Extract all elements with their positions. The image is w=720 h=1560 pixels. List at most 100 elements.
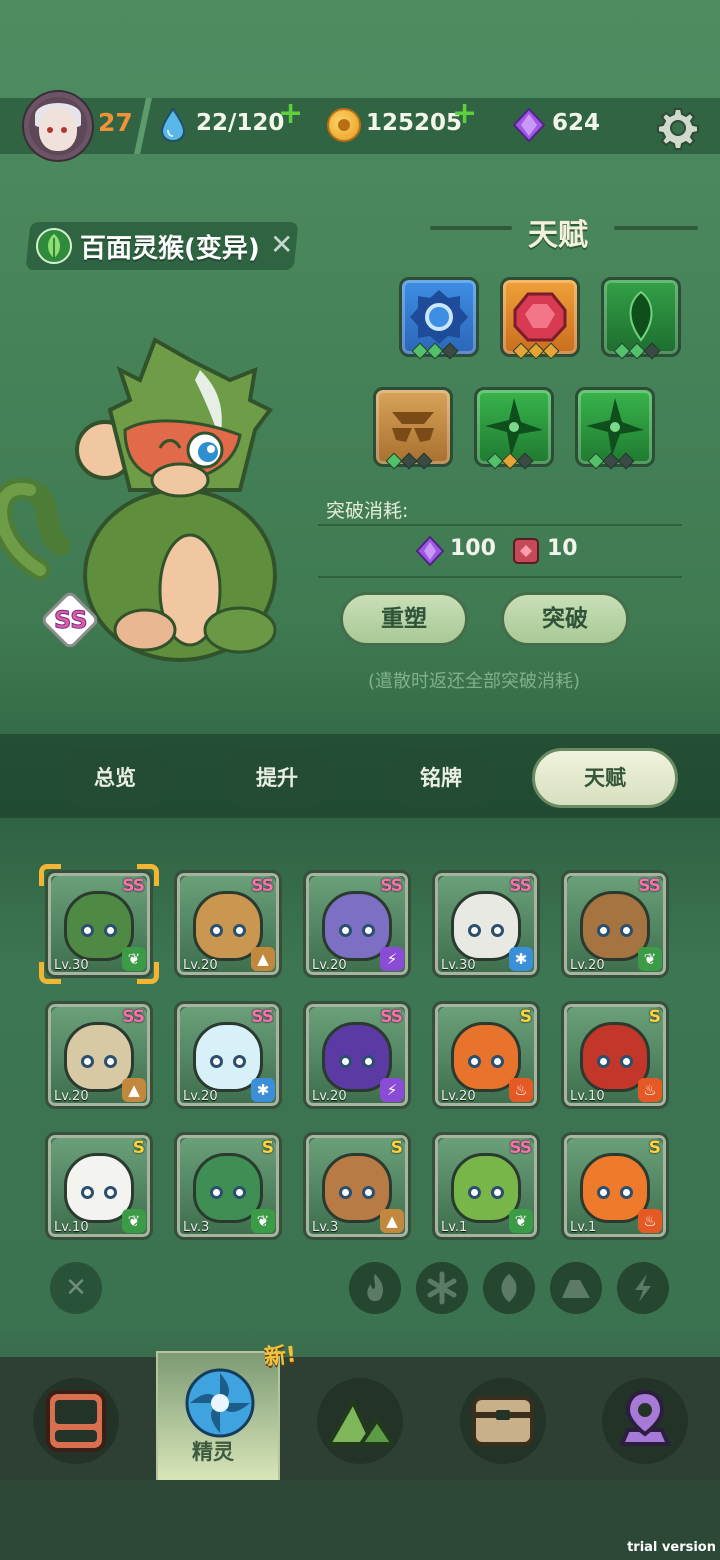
energy-drop-icon [160,108,186,142]
pet-level: Lv.10 [570,1089,605,1104]
talent-tile-1[interactable] [399,277,479,360]
pet-rank: S [648,1138,661,1158]
red-book-icon [513,538,539,564]
fire-filter-icon[interactable] [349,1262,401,1314]
selection-corner [39,864,61,886]
leaf-element-icon: ❦ [509,1209,533,1233]
pet-card[interactable]: S Lv.10 ❦ [45,1132,153,1240]
add-energy-button[interactable]: + [278,96,303,131]
talent-tile-3[interactable] [601,277,681,360]
thunder-element-icon: ⚡ [380,1078,404,1102]
breakthrough-button[interactable]: 突破 [501,592,629,646]
mutation-close-icon[interactable]: ✕ [270,228,293,261]
pet-level: Lv.20 [183,958,218,973]
add-coins-button[interactable]: + [452,96,477,131]
player-avatar[interactable] [24,92,92,160]
pet-level: Lv.3 [183,1220,210,1235]
fire-element-icon: ♨ [638,1209,662,1233]
pet-card[interactable]: SS Lv.1 ❦ [432,1132,540,1240]
earth-element-icon: ▲ [380,1209,404,1233]
leaf-filter-icon[interactable] [483,1262,535,1314]
purple-gem-icon [513,108,545,142]
pet-level: Lv.20 [441,1089,476,1104]
pet-card[interactable]: S Lv.20 ♨ [432,1001,540,1109]
leaf-element-icon: ❦ [638,947,662,971]
selection-corner [39,962,61,984]
pet-level: Lv.1 [441,1220,468,1235]
pet-card[interactable]: S Lv.10 ♨ [561,1001,669,1109]
talent-tile-4[interactable] [373,387,453,470]
divider-top [318,524,682,526]
thunder-element-icon: ⚡ [380,947,404,971]
breakthrough-cost-label: 突破消耗: [326,500,409,522]
nav-spirits-label: 精灵 [192,1440,234,1464]
pet-card[interactable]: S Lv.3 ❦ [174,1132,282,1240]
pet-card[interactable]: SS Lv.20 ▲ [174,870,282,978]
green-shuriken-icon [586,398,644,456]
gem-cost-value: 100 [450,536,496,561]
red-gem-icon [513,292,567,342]
book-cost-value: 10 [547,536,578,561]
pet-level: Lv.30 [441,958,476,973]
pet-rank: SS [509,1138,532,1158]
nav-map[interactable] [602,1378,688,1464]
pet-card[interactable]: SS Lv.30 ✱ [432,870,540,978]
tab-upgrade[interactable]: 提升 [222,748,332,808]
green-drop-icon [629,290,653,342]
pet-card[interactable]: S Lv.1 ♨ [561,1132,669,1240]
pet-rank: SS [638,876,661,896]
tab-overview[interactable]: 总览 [60,748,170,808]
new-badge: 新! [263,1342,298,1371]
pet-rank: SS [122,1007,145,1027]
dismiss-refund-note: (遣散时返还全部突破消耗) [368,671,581,692]
talent-tile-2[interactable] [500,277,580,360]
earth-element-icon: ▲ [122,1078,146,1102]
blue-gear-icon [410,290,468,344]
nav-adventure[interactable] [317,1378,403,1464]
pet-card[interactable]: SS Lv.20 ⚡ [303,870,411,978]
leaf-element-icon [36,228,72,264]
pet-rank: S [261,1138,274,1158]
earth-element-icon: ▲ [251,947,275,971]
mountain-icon [325,1397,397,1446]
pet-card[interactable]: S Lv.3 ▲ [303,1132,411,1240]
selection-corner [137,864,159,886]
pet-level: Lv.20 [54,1089,89,1104]
map-pin-icon [618,1389,672,1446]
selection-corner [137,962,159,984]
pet-rank: SS [509,876,532,896]
leaf-element-icon: ❦ [122,1209,146,1233]
nav-bag[interactable] [460,1378,546,1464]
earth-filter-icon[interactable] [550,1262,602,1314]
pet-level: Lv.1 [570,1220,597,1235]
energy-value: 22/120 [196,110,285,136]
player-level: 27 [98,108,133,137]
talent-tile-6[interactable] [575,387,655,470]
pet-level: Lv.3 [312,1220,339,1235]
pet-rank: S [132,1138,145,1158]
nav-battle[interactable] [33,1378,119,1464]
thunder-filter-icon[interactable] [617,1262,669,1314]
talent-tile-5[interactable] [474,387,554,470]
close-filter-icon[interactable]: ✕ [50,1262,102,1314]
reset-talent-button[interactable]: 重塑 [340,592,468,646]
ornament-left [430,226,512,230]
pet-rank: S [390,1138,403,1158]
pet-card[interactable]: SS Lv.20 ⚡ [303,1001,411,1109]
tab-talent[interactable]: 天赋 [532,748,678,808]
pet-card[interactable]: SS Lv.20 ▲ [45,1001,153,1109]
divider-bottom [318,576,682,578]
talent-title: 天赋 [528,218,588,253]
pet-level: Lv.20 [312,958,347,973]
pet-card[interactable]: SS Lv.20 ❦ [561,870,669,978]
pet-name: 百面灵猴(变异) [80,234,260,264]
tab-nameplate[interactable]: 铭牌 [386,748,496,808]
ice-filter-icon[interactable] [416,1262,468,1314]
pet-rank: SS [380,876,403,896]
ice-element-icon: ✱ [251,1078,275,1102]
pet-rank: S [648,1007,661,1027]
pet-illustration: SS [0,337,277,662]
tablet-icon [46,1390,106,1452]
pet-card[interactable]: SS Lv.20 ✱ [174,1001,282,1109]
settings-gear-icon[interactable] [656,106,700,150]
